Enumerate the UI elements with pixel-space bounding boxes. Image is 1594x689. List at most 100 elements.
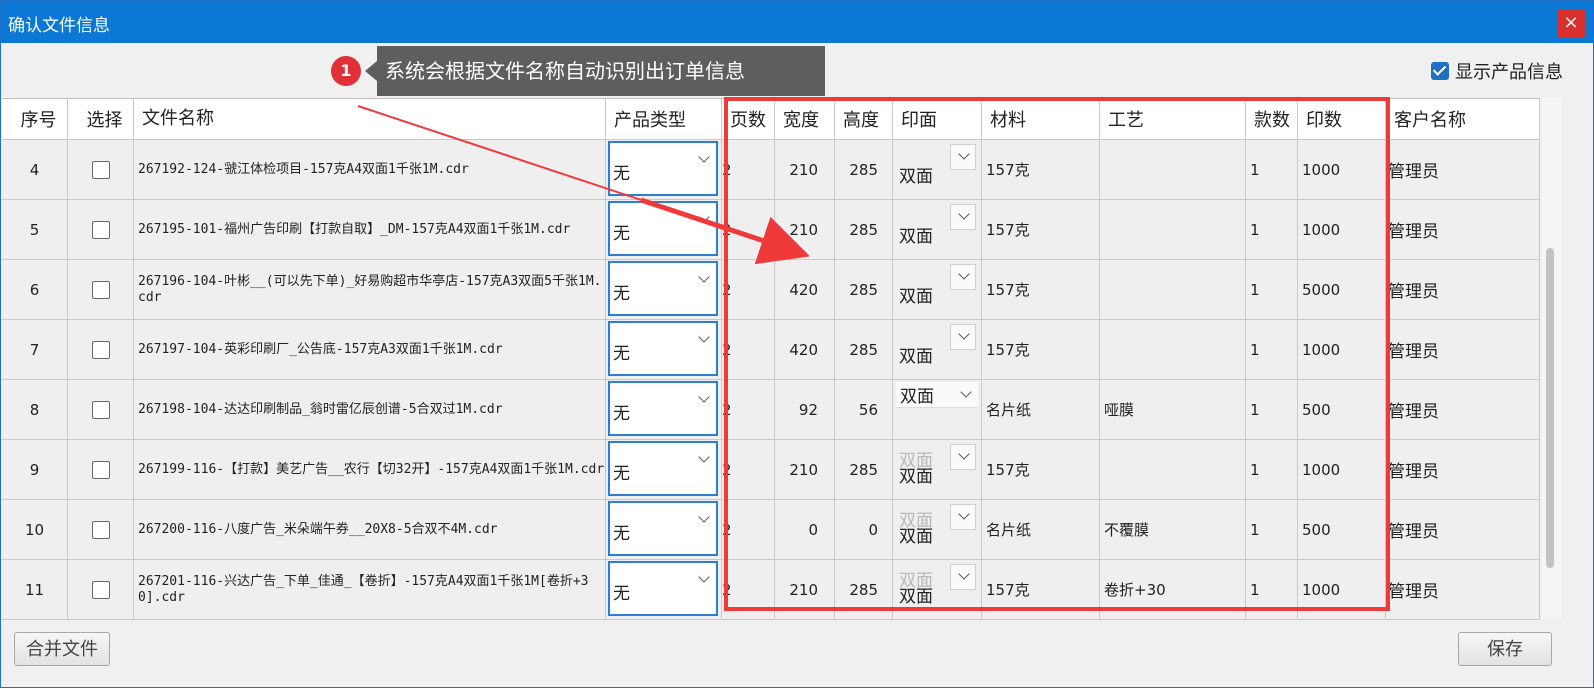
row-print-side-cell[interactable]: 双面	[893, 320, 982, 379]
row-material[interactable]: 名片纸	[982, 500, 1100, 559]
print-side-dropdown[interactable]	[950, 204, 976, 230]
product-type-select[interactable]: 无	[608, 501, 718, 556]
product-type-select[interactable]: 无	[608, 381, 718, 436]
row-pages[interactable]: 2	[722, 200, 775, 259]
chevron-down-icon[interactable]	[960, 386, 972, 398]
vertical-scrollbar[interactable]	[1542, 98, 1562, 618]
table-row[interactable]: 4 267192-124-虢江体检项目-157克A4双面1千张1M.cdr 无 2 21…	[2, 140, 1540, 200]
row-select-checkbox[interactable]	[91, 160, 110, 179]
row-print-side-cell[interactable]: 双面	[893, 140, 982, 199]
row-select-cell[interactable]	[68, 500, 134, 559]
row-styles[interactable]: 1	[1246, 560, 1298, 619]
chevron-down-icon[interactable]	[958, 568, 970, 580]
row-width[interactable]: 420	[775, 320, 835, 379]
chevron-down-icon[interactable]	[698, 211, 710, 223]
row-pages[interactable]: 2	[722, 260, 775, 319]
print-side-select[interactable]: 双面	[896, 382, 978, 408]
table-row[interactable]: 10 267200-116-八度广告_米朵端午券__20X8-5合双不4M.cdr…	[2, 500, 1540, 560]
row-pages[interactable]: 2	[722, 380, 775, 439]
close-button[interactable]: ×	[1557, 9, 1585, 37]
row-craft[interactable]	[1100, 200, 1246, 259]
row-print-qty[interactable]: 1000	[1298, 140, 1386, 199]
row-pages[interactable]: 2	[722, 500, 775, 559]
row-craft[interactable]	[1100, 140, 1246, 199]
row-material[interactable]: 157克	[982, 200, 1100, 259]
row-height[interactable]: 285	[835, 260, 893, 319]
row-width[interactable]: 210	[775, 560, 835, 619]
chevron-down-icon[interactable]	[698, 271, 710, 283]
row-customer[interactable]: 管理员	[1386, 500, 1540, 559]
row-customer[interactable]: 管理员	[1386, 560, 1540, 619]
row-width[interactable]: 92	[775, 380, 835, 439]
col-product-type-header[interactable]: 产品类型	[606, 99, 722, 139]
show-product-info-toggle[interactable]: 显示产品信息	[1431, 58, 1563, 84]
row-width[interactable]: 0	[775, 500, 835, 559]
row-pages[interactable]: 2	[722, 440, 775, 499]
chevron-down-icon[interactable]	[958, 208, 970, 220]
row-select-cell[interactable]	[68, 440, 134, 499]
table-row[interactable]: 9 267199-116-【打款】美艺广告__农行【切32开】-157克A4双面1…	[2, 440, 1540, 500]
row-styles[interactable]: 1	[1246, 140, 1298, 199]
row-height[interactable]: 285	[835, 200, 893, 259]
row-craft[interactable]: 卷折+30	[1100, 560, 1246, 619]
row-pages[interactable]: 2	[722, 560, 775, 619]
product-type-select[interactable]: 无	[608, 201, 718, 256]
row-pages[interactable]: 2	[722, 320, 775, 379]
chevron-down-icon[interactable]	[698, 451, 710, 463]
col-filename-header[interactable]: 文件名称	[134, 99, 606, 139]
product-type-select[interactable]: 无	[608, 321, 718, 376]
row-product-type-cell[interactable]: 无	[606, 380, 722, 439]
col-print-qty-header[interactable]: 印数	[1298, 99, 1386, 139]
row-product-type-cell[interactable]: 无	[606, 560, 722, 619]
chevron-down-icon[interactable]	[698, 151, 710, 163]
row-print-side-cell[interactable]: 双面 双面	[893, 440, 982, 499]
title-bar[interactable]: 确认文件信息 ×	[1, 1, 1593, 43]
row-select-checkbox[interactable]	[91, 400, 110, 419]
chevron-down-icon[interactable]	[958, 508, 970, 520]
print-side-select[interactable]: 双面	[896, 322, 978, 376]
col-select-header[interactable]: 选择	[68, 99, 134, 139]
row-customer[interactable]: 管理员	[1386, 260, 1540, 319]
row-styles[interactable]: 1	[1246, 380, 1298, 439]
row-material[interactable]: 157克	[982, 560, 1100, 619]
row-styles[interactable]: 1	[1246, 440, 1298, 499]
chevron-down-icon[interactable]	[958, 328, 970, 340]
print-side-dropdown[interactable]	[950, 264, 976, 290]
row-material[interactable]: 157克	[982, 260, 1100, 319]
print-side-select[interactable]: 双面	[896, 142, 978, 196]
col-styles-header[interactable]: 款数	[1246, 99, 1298, 139]
row-pages[interactable]: 2	[722, 140, 775, 199]
row-craft[interactable]: 不覆膜	[1100, 500, 1246, 559]
print-side-dropdown[interactable]	[950, 444, 976, 470]
col-craft-header[interactable]: 工艺	[1100, 99, 1246, 139]
row-height[interactable]: 285	[835, 140, 893, 199]
row-product-type-cell[interactable]: 无	[606, 320, 722, 379]
row-select-cell[interactable]	[68, 260, 134, 319]
row-select-cell[interactable]	[68, 320, 134, 379]
row-customer[interactable]: 管理员	[1386, 200, 1540, 259]
row-customer[interactable]: 管理员	[1386, 440, 1540, 499]
row-customer[interactable]: 管理员	[1386, 320, 1540, 379]
row-height[interactable]: 285	[835, 320, 893, 379]
row-print-side-cell[interactable]: 双面 双面	[893, 560, 982, 619]
row-height[interactable]: 56	[835, 380, 893, 439]
row-print-side-cell[interactable]: 双面	[893, 200, 982, 259]
row-select-checkbox[interactable]	[91, 520, 110, 539]
row-customer[interactable]: 管理员	[1386, 140, 1540, 199]
row-craft[interactable]	[1100, 440, 1246, 499]
chevron-down-icon[interactable]	[958, 448, 970, 460]
row-select-cell[interactable]	[68, 140, 134, 199]
print-side-dropdown[interactable]	[950, 564, 976, 590]
row-width[interactable]: 210	[775, 140, 835, 199]
print-side-dropdown[interactable]	[950, 504, 976, 530]
row-styles[interactable]: 1	[1246, 200, 1298, 259]
row-print-qty[interactable]: 1000	[1298, 560, 1386, 619]
product-type-select[interactable]: 无	[608, 141, 718, 196]
show-product-info-checkbox[interactable]	[1431, 62, 1449, 80]
save-button[interactable]: 保存	[1458, 632, 1552, 666]
table-row[interactable]: 11 267201-116-兴达广告_下单_佳通_【卷折】-157克A4双面1千张…	[2, 560, 1540, 620]
print-side-select[interactable]: 双面	[896, 262, 978, 316]
chevron-down-icon[interactable]	[958, 268, 970, 280]
col-customer-header[interactable]: 客户名称	[1386, 99, 1540, 139]
col-print-side-header[interactable]: 印面	[893, 99, 982, 139]
